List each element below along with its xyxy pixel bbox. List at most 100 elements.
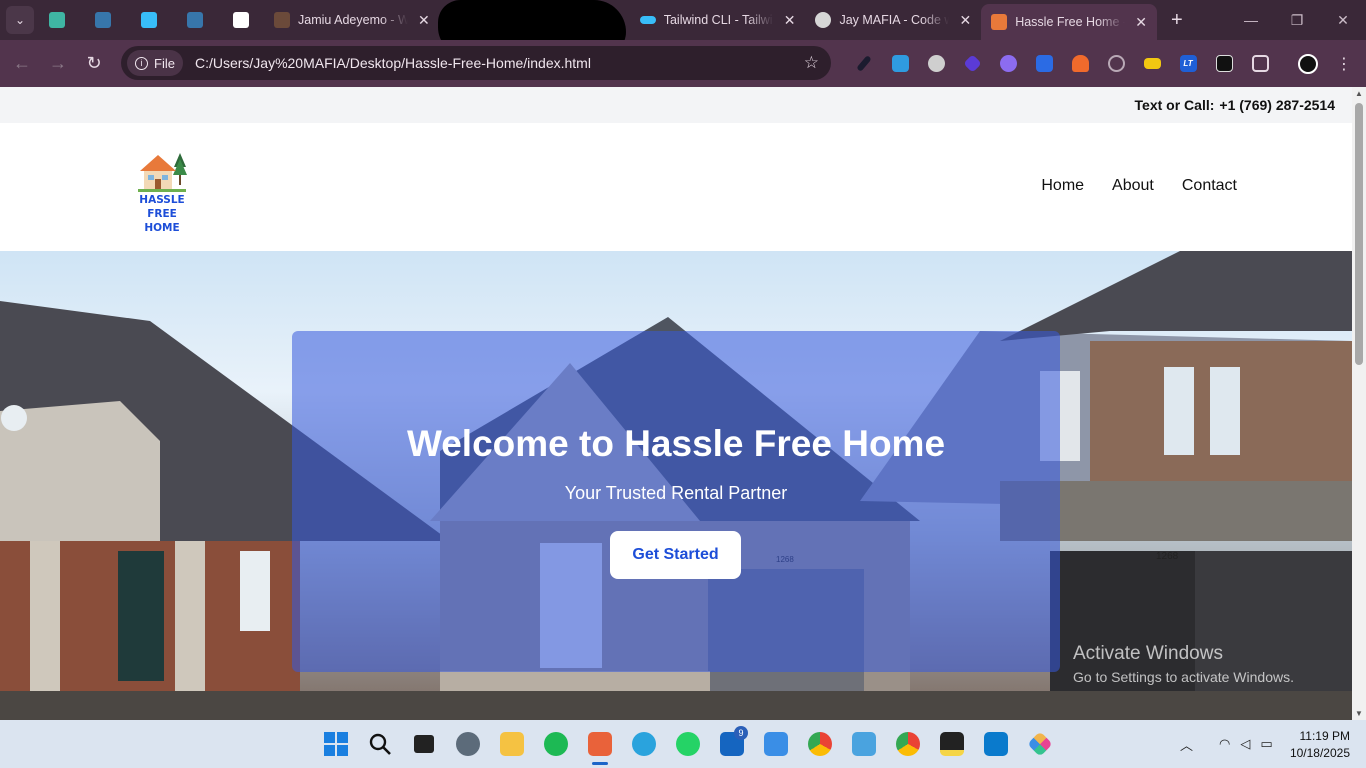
whatsapp-app[interactable] [666,720,710,768]
vscode-app[interactable] [974,720,1018,768]
url-text[interactable]: C:/Users/Jay%20MAFIA/Desktop/Hassle-Free… [195,55,591,71]
tab-hassle-free-home[interactable]: Hassle Free Home - ✕ [981,4,1157,40]
new-tab-button[interactable]: + [1171,9,1183,32]
phone-number[interactable]: +1 (769) 287-2514 [1219,97,1335,113]
database-icon[interactable] [918,55,954,72]
maximize-icon[interactable]: ❐ [1274,0,1320,40]
cisco-icon [233,12,249,28]
more-icon[interactable]: ⋮ [1326,54,1362,74]
chrome-profile-app[interactable] [886,720,930,768]
info-icon: i [135,56,148,70]
python-icon [187,12,203,28]
get-started-button[interactable]: Get Started [610,531,741,579]
photos-icon [764,732,788,756]
clock[interactable]: 11:19 PM 10/18/2025 [1290,728,1350,762]
hero-title: Welcome to Hassle Free Home [406,423,946,464]
spotify-app[interactable] [534,720,578,768]
battery-icon[interactable]: ▭ [1260,736,1272,752]
notification-badge: 9 [734,726,748,740]
taskbar-apps: 9 [314,720,1062,768]
tab-title: Tailwind CLI - Tailwi [663,13,773,27]
close-icon[interactable]: ✕ [1135,14,1147,31]
site-info-chip[interactable]: i File [127,50,183,76]
scrollbar-thumb[interactable] [1355,103,1363,365]
pinned-tab-5[interactable] [218,0,264,40]
gear-icon[interactable] [990,55,1026,72]
telegram-app[interactable] [622,720,666,768]
contact-bar: Text or Call: +1 (769) 287-2514 [0,87,1352,123]
alien-icon [815,12,832,28]
sticky-notes-app[interactable] [930,720,974,768]
system-tray: ︿ ◠ ◁ ▭ [1180,720,1273,768]
contact-label: Text or Call: [1134,97,1215,113]
tab-jamiu[interactable]: Jamiu Adeyemo - W ✕ [264,0,440,40]
telegram-icon [632,732,656,756]
nav-contact[interactable]: Contact [1182,177,1237,195]
search-button[interactable] [358,720,402,768]
lt-icon[interactable]: LT [1170,55,1206,72]
tab-search-button[interactable]: ⌄ [6,6,34,34]
house-logo-icon [138,153,187,192]
scroll-up-icon[interactable]: ▲ [1355,89,1363,98]
file-explorer-app[interactable] [490,720,534,768]
cube-icon[interactable] [954,54,990,73]
site-logo[interactable]: HASSLE FREE HOME [126,151,198,235]
task-view-button[interactable] [402,720,446,768]
shirt-icon[interactable] [1206,55,1242,72]
watermark-line1: Activate Windows [1073,643,1223,664]
tab-jay-mafia[interactable]: Jay MAFIA - Code w ✕ [805,0,981,40]
pinned-tab-1[interactable] [34,0,80,40]
page-viewport: Text or Call: +1 (769) 287-2514 HASSLE F… [0,87,1352,720]
close-icon[interactable]: ✕ [959,12,971,29]
pinned-tab-2[interactable] [80,0,126,40]
photos-app[interactable] [754,720,798,768]
rocket-icon[interactable] [1062,55,1098,72]
whatsapp-icon [676,732,700,756]
git-app[interactable] [1018,720,1062,768]
browser-tab-strip: ⌄ Jamiu Adeyemo - W ✕ Tailwind CLI - Tai… [0,0,1366,56]
forward-icon[interactable]: → [40,53,76,74]
scroll-down-icon[interactable]: ▼ [1355,709,1363,718]
pinned-tab-3[interactable] [126,0,172,40]
pinned-tab-4[interactable] [172,0,218,40]
chrome-app[interactable] [798,720,842,768]
tag-icon[interactable] [1134,58,1170,69]
chevron-up-icon[interactable]: ︿ [1180,735,1193,754]
outlook-app[interactable]: 9 [710,720,754,768]
minimize-icon[interactable]: — [1228,0,1274,40]
folder-icon [500,732,524,756]
nav-about[interactable]: About [1112,177,1154,195]
sticky-notes-icon [940,732,964,756]
address-bar[interactable]: i File C:/Users/Jay%20MAFIA/Desktop/Hass… [121,46,831,80]
settings-app[interactable] [446,720,490,768]
ghost-icon[interactable] [882,55,918,72]
start-button[interactable] [314,720,358,768]
translate-icon[interactable] [1026,55,1062,72]
close-icon[interactable]: ✕ [418,12,430,29]
snipping-tool-app[interactable] [578,720,622,768]
bookmark-star-icon[interactable]: ☆ [804,53,819,73]
nav-home[interactable]: Home [1041,177,1084,195]
chrome-icon [808,732,832,756]
eyedropper-icon[interactable] [846,55,882,72]
close-window-icon[interactable]: ✕ [1320,0,1366,40]
clock-time: 11:19 PM [1299,729,1350,743]
compass-icon[interactable] [1098,55,1134,72]
profile-icon[interactable] [1290,53,1326,74]
chip-label: File [154,55,175,71]
notepad-app[interactable] [842,720,886,768]
tab-title: Jay MAFIA - Code w [839,13,950,27]
windows-logo-icon [324,732,348,756]
wifi-icon[interactable]: ◠ [1219,736,1230,752]
house-number-right: 1268 [1156,551,1179,562]
logo-text-line2: HOME [144,222,180,234]
page-scrollbar[interactable]: ▲ ▼ [1352,87,1366,720]
chrome-icon [896,732,920,756]
volume-icon[interactable]: ◁ [1240,736,1250,752]
reload-icon[interactable]: ↻ [76,53,112,74]
back-icon[interactable]: ← [4,53,40,74]
notepad-icon [852,732,876,756]
close-icon[interactable]: ✕ [784,12,796,29]
puzzle-icon[interactable] [1242,55,1278,72]
tab-tailwind-cli[interactable]: Tailwind CLI - Tailwi ✕ [630,0,806,40]
